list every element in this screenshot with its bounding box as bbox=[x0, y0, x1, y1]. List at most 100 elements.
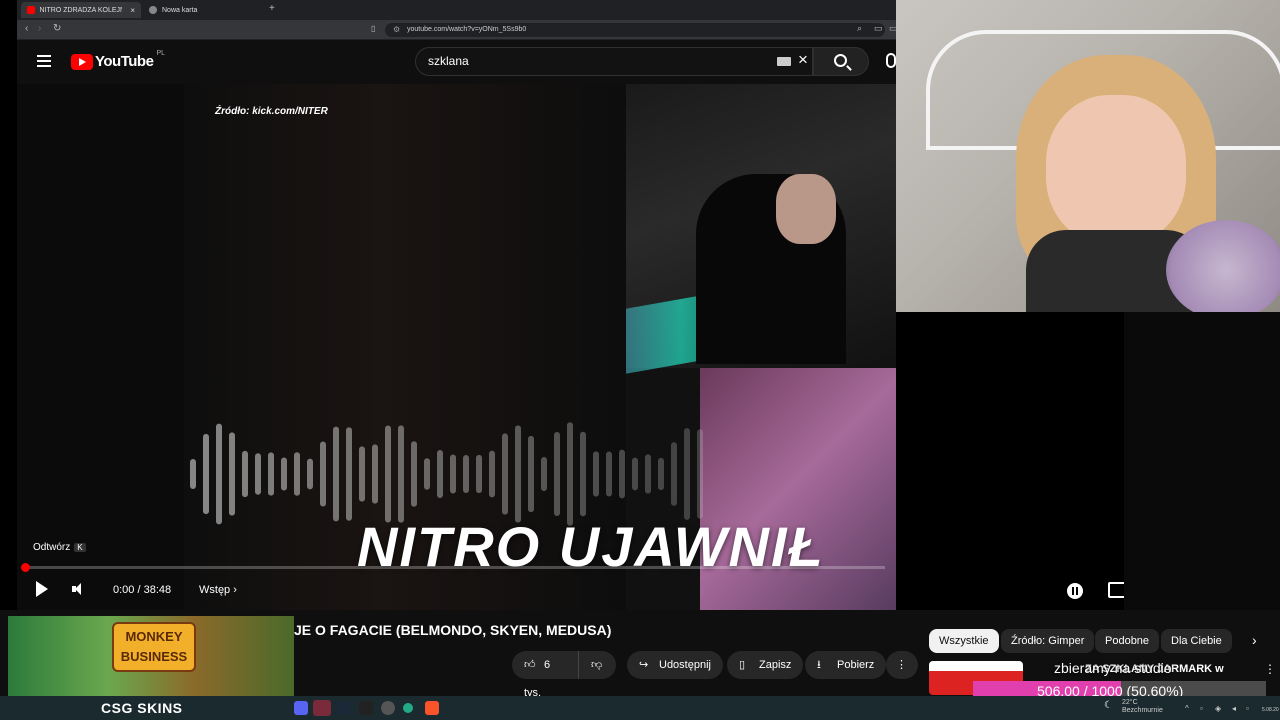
chevron-right-icon[interactable]: › bbox=[1252, 632, 1257, 648]
chip-source[interactable]: Źródło: Gimper bbox=[1001, 629, 1095, 653]
save-label: Zapisz bbox=[759, 659, 792, 671]
waveform-bar bbox=[346, 427, 352, 521]
chip-similar[interactable]: Podobne bbox=[1095, 629, 1160, 653]
tab-title: Nowa karta bbox=[162, 6, 198, 14]
waveform-bar bbox=[372, 444, 378, 504]
waveform-bar bbox=[697, 429, 703, 519]
back-icon[interactable]: ‹ bbox=[25, 23, 28, 34]
browser-tab-bar: NITRO ZDRADZA KOLEJNE INFO × Nowa karta … bbox=[17, 0, 896, 20]
goal-label: zbieramy na studio bbox=[1054, 660, 1172, 676]
waveform-bar bbox=[606, 451, 612, 497]
play-button[interactable] bbox=[34, 580, 48, 598]
youtube-play-icon bbox=[71, 53, 93, 70]
forward-icon[interactable]: › bbox=[38, 23, 41, 34]
waveform-bar bbox=[411, 441, 417, 507]
waveform-bar bbox=[632, 457, 638, 491]
search-input[interactable]: szklana bbox=[415, 47, 813, 76]
waveform-bar bbox=[307, 458, 313, 490]
menu-icon[interactable] bbox=[37, 55, 51, 67]
source-caption: Źródło: kick.com/NITER bbox=[215, 106, 328, 117]
bookmark-icon: ▯ bbox=[739, 659, 746, 671]
obs-icon[interactable] bbox=[381, 701, 395, 715]
share-button[interactable]: ↪ Udostępnij bbox=[627, 651, 723, 679]
download-label: Pobierz bbox=[837, 659, 875, 671]
url-input[interactable]: ⚙ youtube.com/watch?v=yONm_5Ss9b0 bbox=[385, 23, 885, 37]
clock-date: 5.08.20 bbox=[1262, 707, 1279, 713]
volume-icon[interactable] bbox=[72, 581, 86, 597]
progress-bar[interactable] bbox=[21, 563, 885, 572]
network-icon[interactable]: ◈ bbox=[1215, 704, 1221, 713]
waveform-bar bbox=[567, 422, 573, 526]
brave-icon[interactable] bbox=[425, 701, 439, 715]
waveform-bar bbox=[528, 435, 534, 513]
mirror bbox=[1166, 220, 1280, 312]
waveform-bar bbox=[554, 432, 560, 516]
weather-widget[interactable]: 22°C Bezchmurnie bbox=[1122, 699, 1163, 715]
zoom-icon[interactable]: ⌕ bbox=[857, 23, 862, 34]
address-bar: ‹ › ↻ ▯ ⚙ youtube.com/watch?v=yONm_5Ss9b… bbox=[17, 20, 898, 40]
video-player[interactable]: Źródło: kick.com/NITER NITRO UJAWNIŁ bbox=[17, 84, 896, 610]
microphone-icon[interactable] bbox=[886, 53, 896, 68]
url-text: youtube.com/watch?v=yONm_5Ss9b0 bbox=[407, 26, 527, 33]
tab-close-icon[interactable]: × bbox=[130, 6, 135, 15]
steam-icon[interactable] bbox=[337, 701, 351, 715]
tab-active[interactable]: NITRO ZDRADZA KOLEJNE INFO × bbox=[21, 2, 141, 18]
app-icon[interactable] bbox=[403, 703, 413, 713]
youtube-logo[interactable]: YouTube PL bbox=[71, 50, 165, 70]
save-button[interactable]: ▯ Zapisz bbox=[727, 651, 804, 679]
youtube-header: YouTube PL szklana × bbox=[17, 40, 896, 84]
discord-icon[interactable] bbox=[294, 701, 308, 715]
reload-icon[interactable]: ↻ bbox=[53, 23, 61, 34]
share-icon: ↪ bbox=[639, 659, 649, 671]
waveform-bar bbox=[242, 450, 248, 498]
volume-tray-icon[interactable]: ◂ bbox=[1232, 704, 1236, 713]
download-button[interactable]: ⭳ Pobierz bbox=[805, 651, 887, 679]
tooltip-key: K bbox=[74, 543, 86, 552]
tray-icon[interactable]: ▫ bbox=[1200, 704, 1203, 713]
search-button[interactable] bbox=[813, 47, 869, 76]
streamer-webcam-frame bbox=[626, 84, 896, 374]
chip-all[interactable]: Wszystkie bbox=[929, 629, 999, 653]
waveform-bar bbox=[593, 451, 599, 497]
logo-word: YouTube bbox=[95, 53, 154, 70]
app-icon[interactable] bbox=[359, 701, 373, 715]
weather-desc: Bezchmurnie bbox=[1122, 707, 1163, 714]
clear-search-icon[interactable]: × bbox=[798, 50, 808, 70]
screen-icon[interactable]: ▭ bbox=[874, 23, 883, 34]
scrubber-handle[interactable] bbox=[21, 563, 30, 572]
tab-new[interactable]: Nowa karta bbox=[143, 2, 253, 18]
taskbar bbox=[0, 696, 1280, 720]
waveform-bar bbox=[398, 425, 404, 523]
waveform-bar bbox=[502, 433, 508, 515]
waveform-bar bbox=[450, 454, 456, 494]
moon-icon: ☾ bbox=[1104, 700, 1113, 711]
play-tooltip: Odtwórz K bbox=[33, 542, 86, 553]
tab-title: NITRO ZDRADZA KOLEJNE INFO bbox=[39, 6, 123, 14]
csg-skins-banner: CSG SKINS bbox=[101, 700, 183, 716]
more-vertical-icon[interactable]: ⋮ bbox=[1264, 662, 1276, 676]
waveform-bar bbox=[424, 458, 430, 490]
time-display: 0:00 / 38:48 bbox=[113, 584, 172, 596]
waveform-bar bbox=[281, 457, 287, 491]
ad-banner[interactable]: MONKEY BUSINESS bbox=[8, 616, 294, 696]
chapter-button[interactable]: Wstęp › bbox=[199, 584, 237, 596]
tray-icon[interactable]: ▫ bbox=[1246, 704, 1249, 713]
download-icon: ⭳ bbox=[817, 659, 821, 671]
chip-for-you[interactable]: Dla Ciebie bbox=[1161, 629, 1232, 653]
dislike-button[interactable]: 👎︎ bbox=[578, 651, 616, 679]
waveform-bar bbox=[294, 452, 300, 496]
tray-chevron-icon[interactable]: ^ bbox=[1185, 704, 1189, 713]
app-icon[interactable] bbox=[313, 700, 331, 716]
waveform-bar bbox=[580, 431, 586, 517]
chapter-label: Wstęp bbox=[199, 584, 231, 596]
waveform-bar bbox=[320, 441, 326, 507]
waveform-bar bbox=[645, 454, 651, 494]
new-tab-icon[interactable]: + bbox=[269, 3, 275, 14]
more-actions-icon[interactable]: ⋮ bbox=[886, 651, 918, 679]
keyboard-icon[interactable] bbox=[777, 57, 791, 66]
bookmark-icon[interactable]: ▯ bbox=[371, 24, 375, 33]
site-info-icon[interactable]: ⚙ bbox=[393, 23, 400, 37]
autoplay-toggle[interactable] bbox=[1067, 583, 1083, 599]
share-label: Udostępnij bbox=[659, 659, 711, 671]
like-button[interactable]: 👍︎ 6 tys. bbox=[512, 651, 578, 699]
